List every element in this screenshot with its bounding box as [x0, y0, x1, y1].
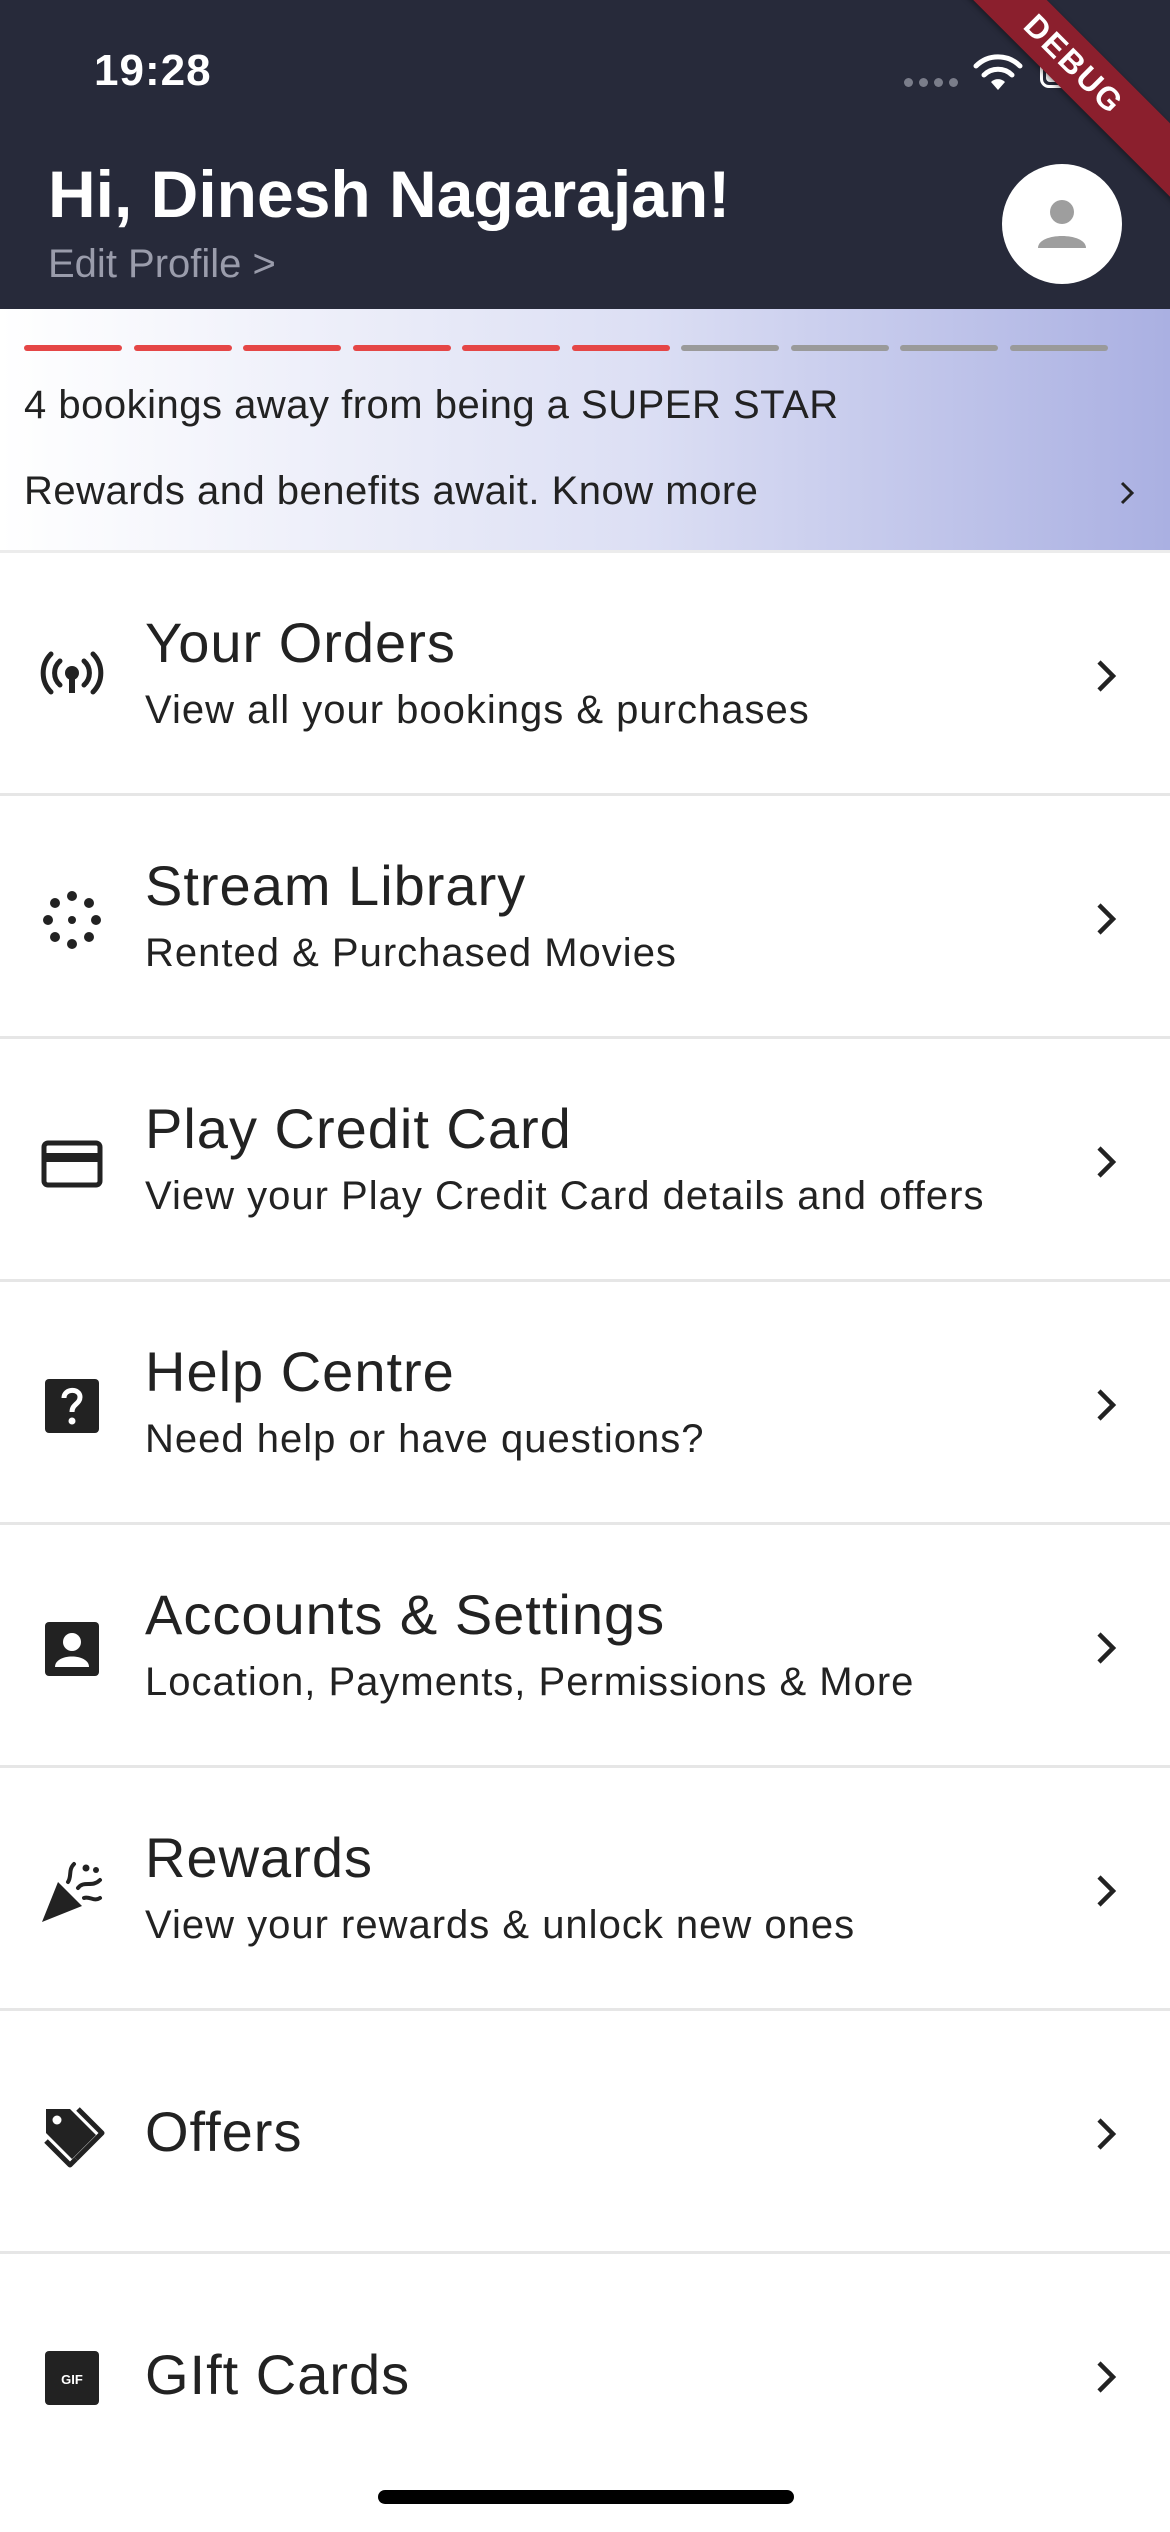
account-box-icon: [38, 1615, 106, 1683]
app-header: 19:28 DEBUG Hi, Dinesh Nagarajan! Edit P…: [0, 0, 1170, 309]
menu-item-title: Your Orders: [145, 611, 456, 674]
menu-item-your-orders[interactable]: Your Orders View all your bookings & pur…: [0, 550, 1170, 793]
menu-item-title: Rewards: [145, 1826, 373, 1889]
broadcast-icon: [38, 643, 106, 711]
chevron-right-icon: [1097, 903, 1117, 935]
menu-item-title: GIft Cards: [145, 2343, 411, 2406]
menu-item-subtitle: View your rewards & unlock new ones: [145, 1903, 856, 1947]
credit-card-icon: [38, 1129, 106, 1197]
person-icon: [1038, 200, 1086, 248]
menu-item-subtitle: View your Play Credit Card details and o…: [145, 1174, 985, 1218]
menu-item-subtitle: Rented & Purchased Movies: [145, 931, 677, 975]
chevron-right-icon: [1097, 1389, 1117, 1421]
greeting-title: Hi, Dinesh Nagarajan!: [48, 157, 731, 231]
progress-segment-pending: [1010, 345, 1108, 351]
menu-item-rewards[interactable]: Rewards View your rewards & unlock new o…: [0, 1765, 1170, 2008]
progress-segment-complete: [243, 345, 342, 351]
avatar[interactable]: [1002, 164, 1122, 284]
chevron-right-icon: [1097, 2118, 1117, 2150]
menu-item-accounts-settings[interactable]: Accounts & Settings Location, Payments, …: [0, 1522, 1170, 1765]
menu-item-subtitle: Need help or have questions?: [145, 1417, 705, 1461]
know-more-text: Rewards and benefits await. Know more: [24, 469, 759, 513]
menu-item-title: Offers: [145, 2100, 303, 2163]
gif-icon-label: GIF: [61, 2372, 83, 2387]
chevron-right-icon: [1097, 2361, 1117, 2393]
chevron-right-icon: [1097, 660, 1117, 692]
progress-segment-complete: [352, 345, 451, 351]
progress-segment-pending: [790, 345, 889, 351]
cellular-signal-icon: [904, 78, 958, 88]
help-icon: [38, 1372, 106, 1440]
booking-progress-bar: [24, 345, 1108, 351]
menu-item-play-credit-card[interactable]: Play Credit Card View your Play Credit C…: [0, 1036, 1170, 1279]
chevron-right-icon: [1097, 1632, 1117, 1664]
chevron-right-icon: [1120, 481, 1135, 505]
wifi-icon: [973, 54, 1023, 90]
rewards-progress-banner[interactable]: 4 bookings away from being a SUPER STAR …: [0, 309, 1170, 550]
chevron-right-icon: [1097, 1146, 1117, 1178]
menu-item-title: Stream Library: [145, 854, 527, 917]
menu-item-stream-library[interactable]: Stream Library Rented & Purchased Movies: [0, 793, 1170, 1036]
menu-item-help-centre[interactable]: Help Centre Need help or have questions?: [0, 1279, 1170, 1522]
status-time: 19:28: [94, 46, 212, 95]
progress-segment-complete: [133, 345, 232, 351]
menu-item-subtitle: Location, Payments, Permissions & More: [145, 1660, 915, 1704]
celebration-icon: [38, 1858, 106, 1926]
account-menu-list: Your Orders View all your bookings & pur…: [0, 550, 1170, 2494]
bookings-away-text: 4 bookings away from being a SUPER STAR: [24, 383, 839, 427]
menu-item-subtitle: View all your bookings & purchases: [145, 688, 810, 732]
progress-segment-complete: [462, 345, 561, 351]
menu-item-gift-cards[interactable]: GIF GIft Cards: [0, 2251, 1170, 2494]
edit-profile-link[interactable]: Edit Profile >: [48, 242, 276, 287]
gif-icon: GIF: [38, 2344, 106, 2412]
progress-segment-complete: [571, 345, 670, 351]
menu-item-title: Help Centre: [145, 1340, 455, 1403]
menu-item-title: Play Credit Card: [145, 1097, 572, 1160]
progress-segment-complete: [24, 345, 122, 351]
progress-segment-pending: [900, 345, 999, 351]
scatter-dots-icon: [38, 886, 106, 954]
chevron-right-icon: [1097, 1875, 1117, 1907]
menu-item-title: Accounts & Settings: [145, 1583, 666, 1646]
home-indicator[interactable]: [378, 2490, 794, 2504]
tags-icon: [38, 2101, 106, 2169]
progress-segment-pending: [681, 345, 780, 351]
menu-item-offers[interactable]: Offers: [0, 2008, 1170, 2251]
